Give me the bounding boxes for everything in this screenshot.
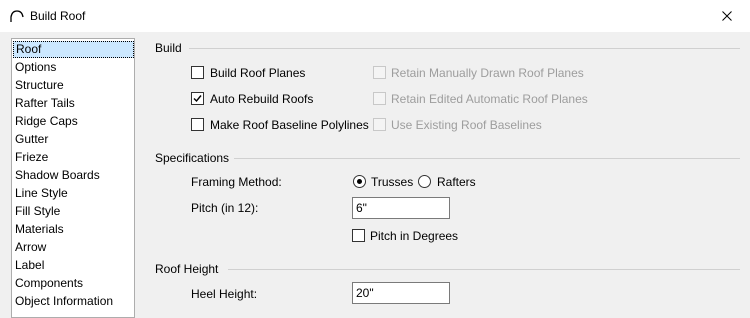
nav-item-gutter[interactable]: Gutter [13,131,134,148]
pitch-label: Pitch (in 12): [191,201,259,215]
nav-item-label[interactable]: Label [13,257,134,274]
retain-edited-planes-checkbox[interactable] [373,92,386,105]
specifications-heading: Specifications [155,151,230,165]
heel-height-label: Heel Height: [191,287,258,301]
nav-item-materials[interactable]: Materials [13,221,134,238]
build-heading: Build [155,41,182,55]
roof-height-divider [228,269,740,270]
checkmark-icon [193,95,202,103]
use-existing-baselines-checkbox[interactable] [373,118,386,131]
specifications-divider [234,158,740,159]
nav-item-options[interactable]: Options [13,59,134,76]
make-baseline-polylines-checkbox[interactable] [191,118,204,131]
retain-edited-planes-label[interactable]: Retain Edited Automatic Roof Planes [391,92,588,106]
rafters-radio[interactable] [418,175,431,188]
rafters-label[interactable]: Rafters [437,175,476,189]
nav-item-arrow[interactable]: Arrow [13,239,134,256]
retain-manual-planes-checkbox[interactable] [373,66,386,79]
auto-rebuild-roofs-checkbox[interactable] [191,92,204,105]
window-title: Build Roof [30,9,86,23]
retain-manual-planes-label[interactable]: Retain Manually Drawn Roof Planes [391,66,584,80]
radio-selected-dot [357,179,362,184]
nav-item-rafter-tails[interactable]: Rafter Tails [13,95,134,112]
nav-item-fill-style[interactable]: Fill Style [13,203,134,220]
close-button[interactable] [704,0,750,32]
trusses-radio[interactable] [353,175,366,188]
make-baseline-polylines-label[interactable]: Make Roof Baseline Polylines [210,118,369,132]
build-roof-planes-label[interactable]: Build Roof Planes [210,66,305,80]
pitch-input[interactable]: 6" [352,197,450,219]
title-bar: Build Roof [0,0,750,32]
pitch-in-degrees-label[interactable]: Pitch in Degrees [370,229,458,243]
build-divider [189,48,740,49]
heel-height-input[interactable]: 20" [352,282,450,304]
nav-item-structure[interactable]: Structure [13,77,134,94]
nav-item-ridge-caps[interactable]: Ridge Caps [13,113,134,130]
auto-rebuild-roofs-label[interactable]: Auto Rebuild Roofs [210,92,313,106]
nav-item-line-style[interactable]: Line Style [13,185,134,202]
nav-item-components[interactable]: Components [13,275,134,292]
roof-height-heading: Roof Height [155,262,219,276]
use-existing-baselines-label[interactable]: Use Existing Roof Baselines [391,118,542,132]
nav-item-shadow-boards[interactable]: Shadow Boards [13,167,134,184]
close-icon [722,11,732,21]
nav-item-object-information[interactable]: Object Information [13,293,134,310]
build-roof-planes-checkbox[interactable] [191,66,204,79]
nav-item-roof[interactable]: Roof [13,41,134,58]
trusses-label[interactable]: Trusses [371,175,413,189]
framing-method-label: Framing Method: [191,175,282,189]
roof-arc-icon [10,10,24,22]
category-list[interactable]: Roof Options Structure Rafter Tails Ridg… [11,38,135,318]
nav-item-frieze[interactable]: Frieze [13,149,134,166]
pitch-in-degrees-checkbox[interactable] [352,229,365,242]
